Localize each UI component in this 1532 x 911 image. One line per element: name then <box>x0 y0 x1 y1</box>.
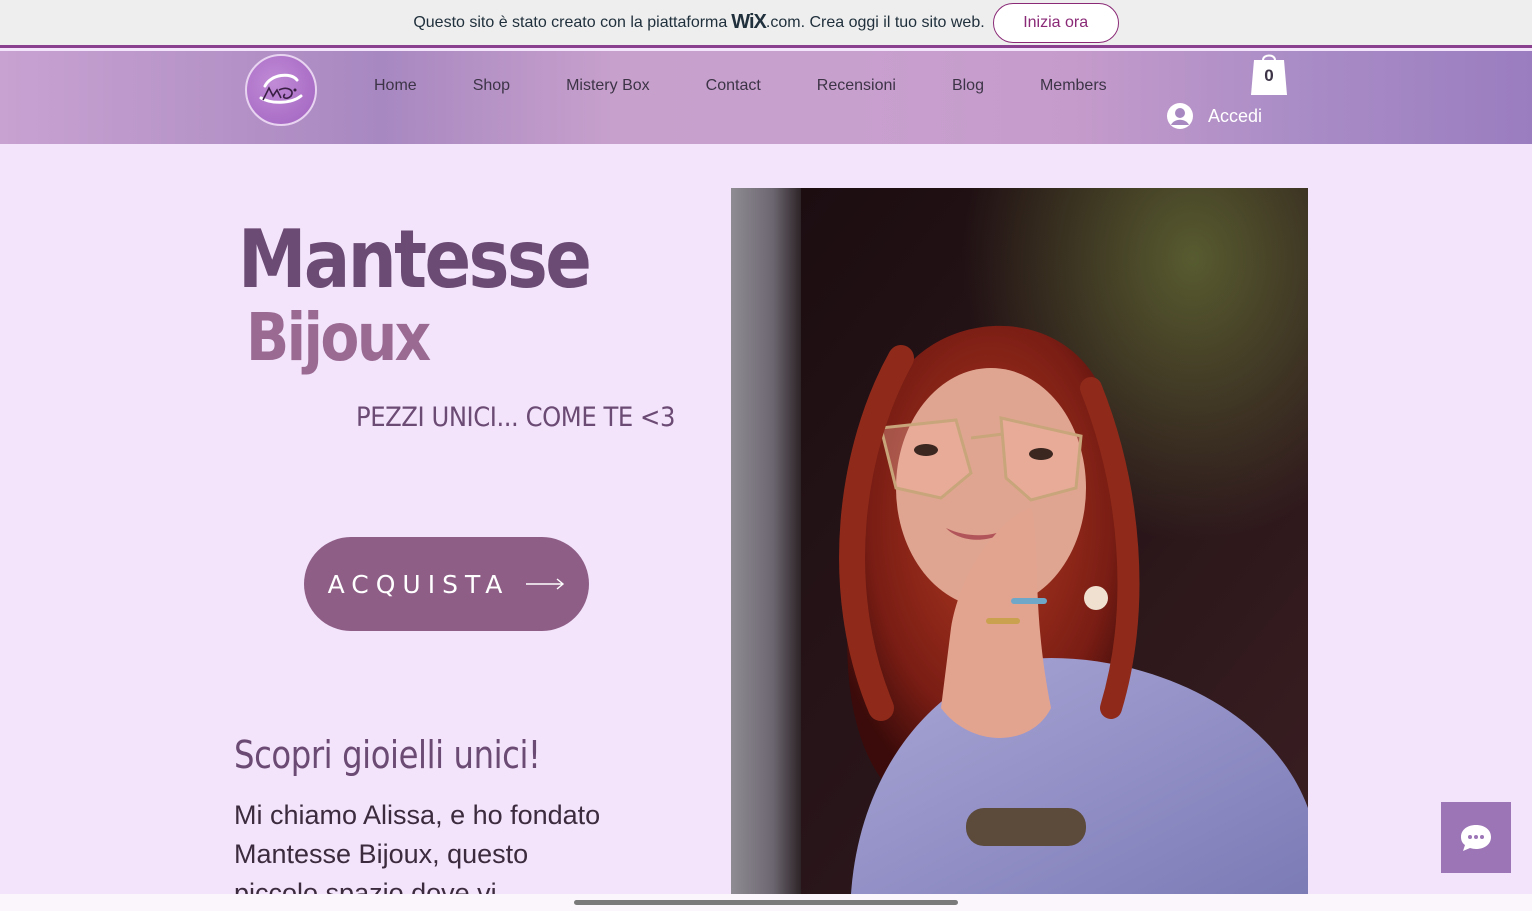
tagline: PEZZI UNICI... COME TE <3 <box>356 402 675 433</box>
section-heading: Scopri gioielli unici! <box>234 733 541 777</box>
nav-item-blog[interactable]: Blog <box>924 77 1012 101</box>
wix-banner-text: Questo sito è stato creato con la piatta… <box>413 11 984 34</box>
founder-photo-illustration <box>731 188 1308 894</box>
chat-bubble-icon <box>1461 824 1491 851</box>
arrow-right-icon <box>526 578 565 590</box>
cart-button[interactable]: 0 <box>1250 54 1288 95</box>
nav-item-members[interactable]: Members <box>1012 77 1135 101</box>
wix-banner: Questo sito è stato creato con la piatta… <box>0 0 1532 48</box>
wix-logo: WiX <box>731 11 767 33</box>
nav-item-contact[interactable]: Contact <box>678 77 789 101</box>
logo-svg <box>259 73 303 104</box>
nav-item-shop[interactable]: Shop <box>445 77 538 101</box>
user-avatar-icon <box>1167 103 1193 129</box>
buy-button-label: ACQUISTA <box>327 569 510 599</box>
wix-banner-text-before: Questo sito è stato creato con la piatta… <box>413 13 728 31</box>
founder-photo <box>731 188 1308 894</box>
brand-title-line1: Mantesse <box>238 213 592 306</box>
mantesse-logo-icon[interactable] <box>245 54 317 126</box>
login-label: Accedi <box>1208 105 1263 126</box>
main-nav: Home Shop Mistery Box Contact Recensioni… <box>346 77 1135 101</box>
nav-item-recensioni[interactable]: Recensioni <box>789 77 924 101</box>
nav-item-home[interactable]: Home <box>346 77 445 101</box>
buy-button[interactable]: ACQUISTA <box>304 537 589 631</box>
nav-item-mistery-box[interactable]: Mistery Box <box>538 77 678 101</box>
site-header: Home Shop Mistery Box Contact Recensioni… <box>0 51 1532 144</box>
wix-start-button[interactable]: Inizia ora <box>992 2 1119 43</box>
login-button[interactable]: Accedi <box>1166 101 1262 131</box>
horizontal-scrollbar[interactable] <box>574 900 958 905</box>
brand-title-line2: Bijoux <box>246 299 431 376</box>
chat-button[interactable] <box>1441 802 1511 873</box>
cart-count: 0 <box>1264 66 1274 85</box>
wix-banner-text-after: .com. Crea oggi il tuo sito web. <box>765 13 985 31</box>
